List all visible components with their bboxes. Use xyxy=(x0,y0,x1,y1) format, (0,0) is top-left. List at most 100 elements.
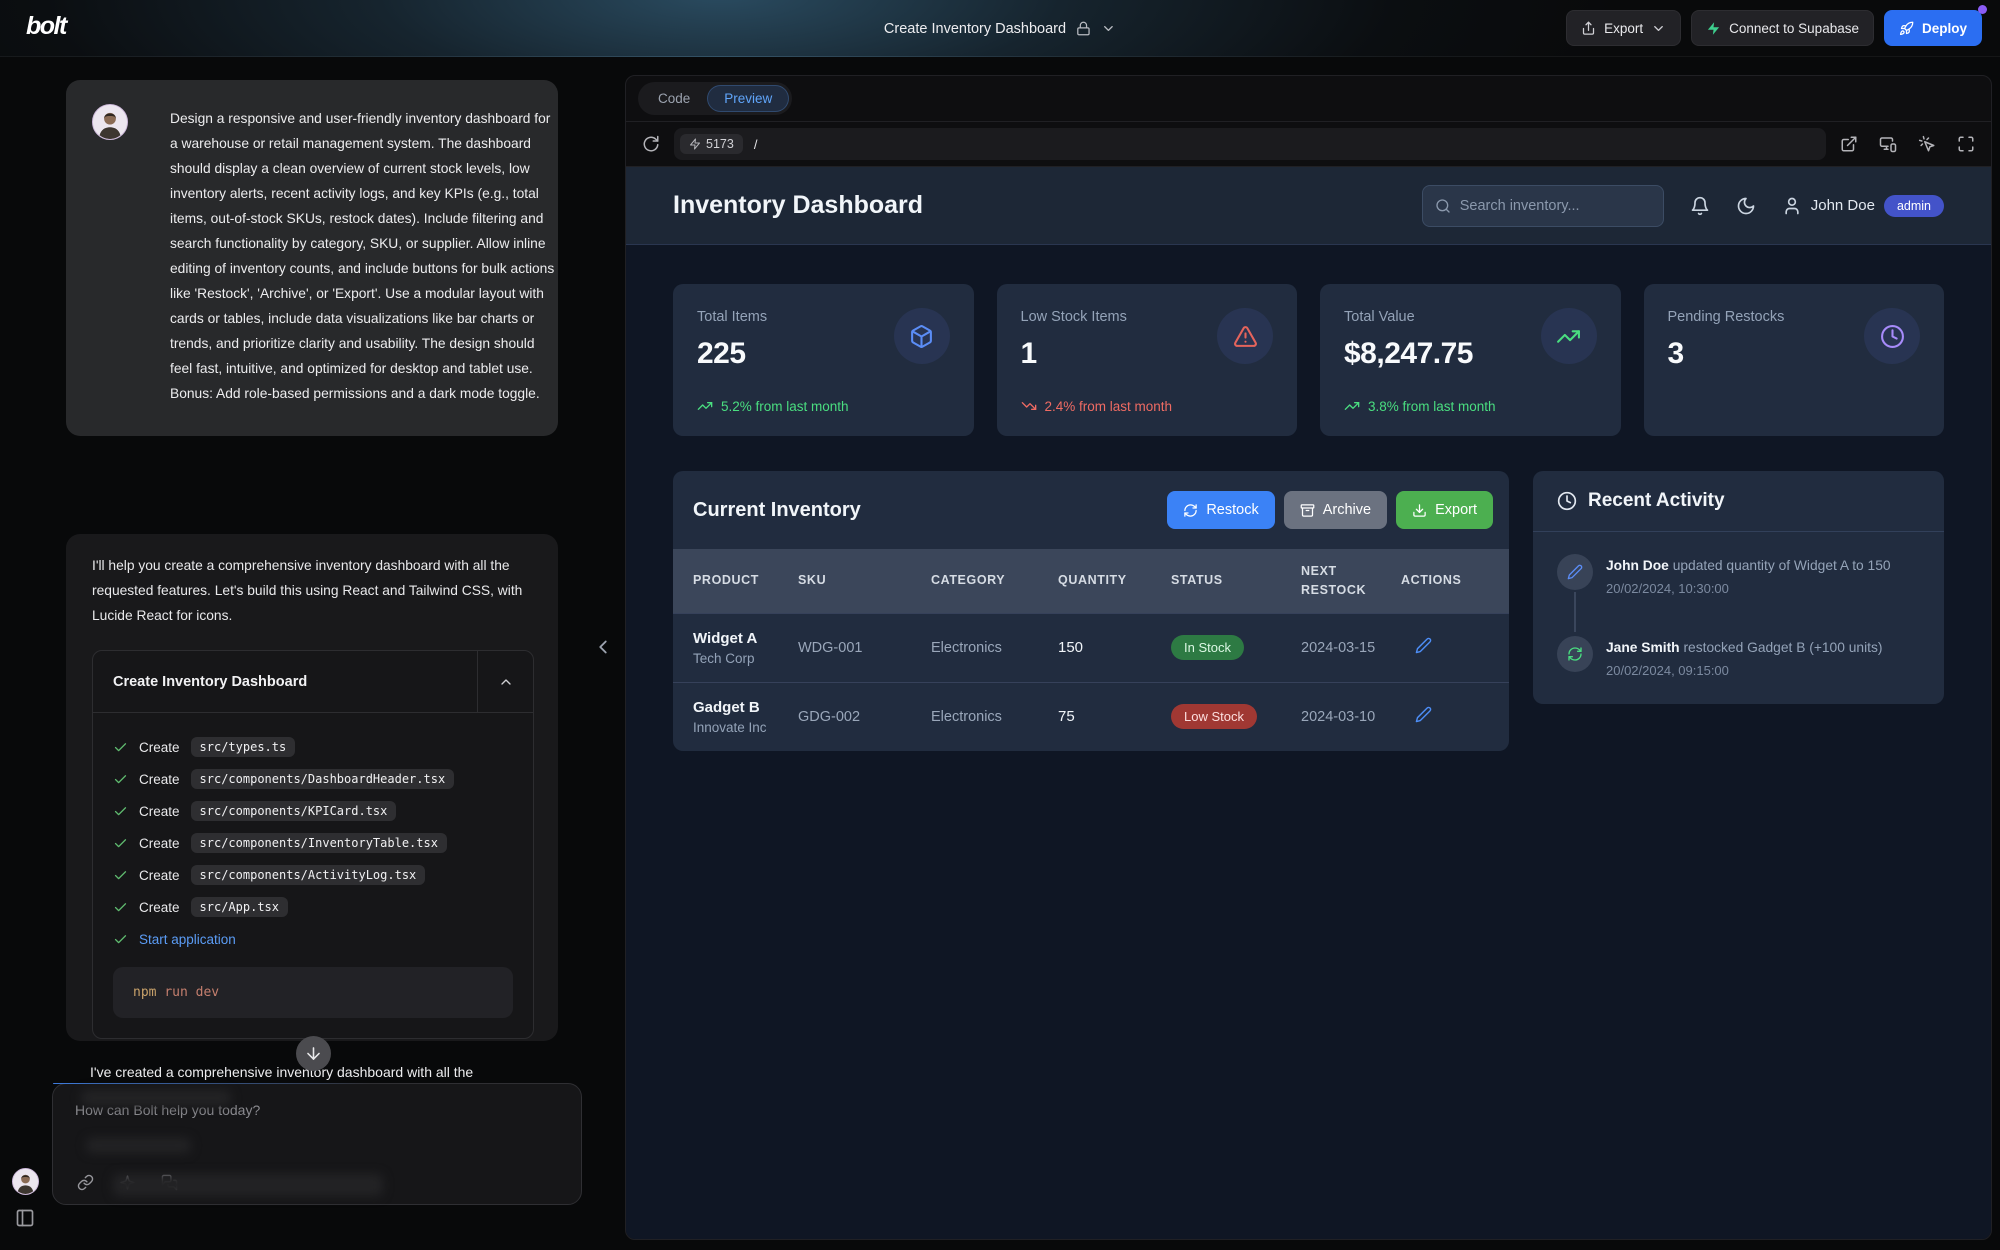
step-file-chip[interactable]: src/components/KPICard.tsx xyxy=(191,801,397,821)
plan-card: Create Inventory Dashboard Create src/ty… xyxy=(92,650,534,1039)
chevron-down-icon xyxy=(1651,21,1666,36)
export-button[interactable]: Export xyxy=(1566,10,1681,46)
activity-icon-circle xyxy=(1557,554,1593,590)
package-icon xyxy=(909,324,934,349)
bell-icon[interactable] xyxy=(1690,196,1710,216)
dark-mode-toggle-icon[interactable] xyxy=(1736,196,1756,216)
activity-header: Recent Activity xyxy=(1533,471,1944,532)
kpi-trend: 3.8% from last month xyxy=(1344,398,1496,414)
supabase-bolt-icon xyxy=(1706,21,1721,36)
preview-urlbar: 5173 / xyxy=(626,121,1991,167)
reload-icon[interactable] xyxy=(642,135,660,153)
plan-collapse-button[interactable] xyxy=(477,651,533,712)
dashboard-header: Inventory Dashboard John Doe admin xyxy=(626,167,1991,245)
check-icon xyxy=(113,932,128,947)
blurred-content xyxy=(81,1090,231,1106)
bolt-logo[interactable]: bolt xyxy=(26,12,66,41)
preview-panel: Code Preview 5173 / Inventory Dashboard xyxy=(625,75,1992,1240)
inventory-row: Gadget B Innovate Inc GDG-002 Electronic… xyxy=(673,682,1509,751)
deploy-button[interactable]: Deploy xyxy=(1884,10,1982,46)
chat-input-box xyxy=(52,1083,582,1205)
search-input[interactable] xyxy=(1460,198,1651,214)
clock-icon xyxy=(1557,491,1577,511)
product-sku: WDG-001 xyxy=(798,613,931,682)
kpi-row: Total Items 225 5.2% from last month Low… xyxy=(673,284,1944,436)
clock-icon xyxy=(1880,324,1905,349)
urlbar-actions xyxy=(1840,135,1975,153)
activity-icon-circle xyxy=(1557,636,1593,672)
status-badge: In Stock xyxy=(1171,635,1244,660)
kpi-icon-circle xyxy=(1217,308,1273,364)
activity-item: Jane Smith restocked Gadget B (+100 unit… xyxy=(1557,636,1924,678)
edit-pencil-icon[interactable] xyxy=(1415,706,1432,723)
product-supplier: Tech Corp xyxy=(693,651,792,666)
activity-action: restocked Gadget B (+100 units) xyxy=(1683,640,1882,655)
connect-supabase-button[interactable]: Connect to Supabase xyxy=(1691,10,1874,46)
product-quantity[interactable]: 150 xyxy=(1058,613,1171,682)
column-header: Status xyxy=(1171,549,1301,613)
kpi-card: Total Items 225 5.2% from last month xyxy=(673,284,974,436)
tab-preview[interactable]: Preview xyxy=(707,85,789,112)
tab-code[interactable]: Code xyxy=(641,85,707,112)
trending-up-icon xyxy=(1556,324,1581,349)
lock-icon xyxy=(1076,21,1091,36)
start-application-step: Start application xyxy=(113,923,513,955)
restock-button[interactable]: Restock xyxy=(1167,491,1274,529)
column-header: Next Restock xyxy=(1301,549,1401,613)
next-restock-date: 2024-03-10 xyxy=(1301,682,1401,751)
kpi-card: Low Stock Items 1 2.4% from last month xyxy=(997,284,1298,436)
bulk-action-icon xyxy=(1412,503,1427,518)
product-name: Widget A xyxy=(693,630,792,647)
inventory-search[interactable] xyxy=(1422,185,1664,227)
trend-icon xyxy=(1344,398,1360,414)
activity-time: 20/02/2024, 10:30:00 xyxy=(1606,581,1891,596)
kpi-trend: 2.4% from last month xyxy=(1021,398,1173,414)
chevron-down-icon[interactable] xyxy=(1101,21,1116,36)
step-file-chip[interactable]: src/components/DashboardHeader.tsx xyxy=(191,769,455,789)
next-restock-date: 2024-03-15 xyxy=(1301,613,1401,682)
plan-header: Create Inventory Dashboard xyxy=(93,651,533,713)
topbar-actions: Export Connect to Supabase Deploy xyxy=(1566,10,1982,46)
account-avatar[interactable] xyxy=(12,1168,39,1195)
step-file-chip[interactable]: src/components/InventoryTable.tsx xyxy=(191,833,447,853)
step-file-chip[interactable]: src/types.ts xyxy=(191,737,296,757)
product-category: Electronics xyxy=(931,613,1058,682)
product-category: Electronics xyxy=(931,682,1058,751)
inspect-cursor-icon[interactable] xyxy=(1918,135,1936,153)
rocket-icon xyxy=(1899,21,1914,36)
step-file-chip[interactable]: src/App.tsx xyxy=(191,897,288,917)
open-external-icon[interactable] xyxy=(1840,135,1858,153)
content-row: Current Inventory Restock Archive Export… xyxy=(673,471,1944,751)
chevron-up-icon xyxy=(498,674,514,690)
app-frame: Inventory Dashboard John Doe admin Total… xyxy=(626,167,1991,1239)
plan-steps: Create src/types.ts Create src/component… xyxy=(113,731,513,923)
export-button[interactable]: Export xyxy=(1396,491,1493,529)
url-field[interactable]: 5173 / xyxy=(674,128,1826,160)
chat-panel: Design a responsive and user-friendly in… xyxy=(0,57,614,1250)
fullscreen-icon[interactable] xyxy=(1957,135,1975,153)
start-application-link[interactable]: Start application xyxy=(139,932,236,947)
inventory-header: Current Inventory Restock Archive Export xyxy=(673,471,1509,549)
product-quantity[interactable]: 75 xyxy=(1058,682,1171,751)
terminal-command: npm run dev xyxy=(113,967,513,1018)
project-menu[interactable]: Create Inventory Dashboard xyxy=(884,0,1116,57)
step-action: Create xyxy=(139,740,180,755)
sidebar-toggle-icon[interactable] xyxy=(15,1208,35,1228)
edit-pencil-icon[interactable] xyxy=(1415,637,1432,654)
pencil-icon xyxy=(1567,564,1583,580)
collapse-chat-handle[interactable] xyxy=(592,634,614,660)
blurred-content xyxy=(113,1174,383,1196)
scroll-to-bottom-button[interactable] xyxy=(296,1036,331,1071)
check-icon xyxy=(113,900,128,915)
command-args: run dev xyxy=(164,985,219,1000)
plan-title: Create Inventory Dashboard xyxy=(93,651,477,712)
user-avatar xyxy=(92,104,128,140)
column-header: Category xyxy=(931,549,1058,613)
plan-body: Create src/types.ts Create src/component… xyxy=(93,713,533,1038)
archive-button[interactable]: Archive xyxy=(1284,491,1387,529)
product-sku: GDG-002 xyxy=(798,682,931,751)
attach-link-icon[interactable] xyxy=(77,1174,94,1191)
step-file-chip[interactable]: src/components/ActivityLog.tsx xyxy=(191,865,426,885)
device-preview-icon[interactable] xyxy=(1879,135,1897,153)
table-header-row: ProductSKUCategoryQuantityStatusNext Res… xyxy=(673,549,1509,613)
